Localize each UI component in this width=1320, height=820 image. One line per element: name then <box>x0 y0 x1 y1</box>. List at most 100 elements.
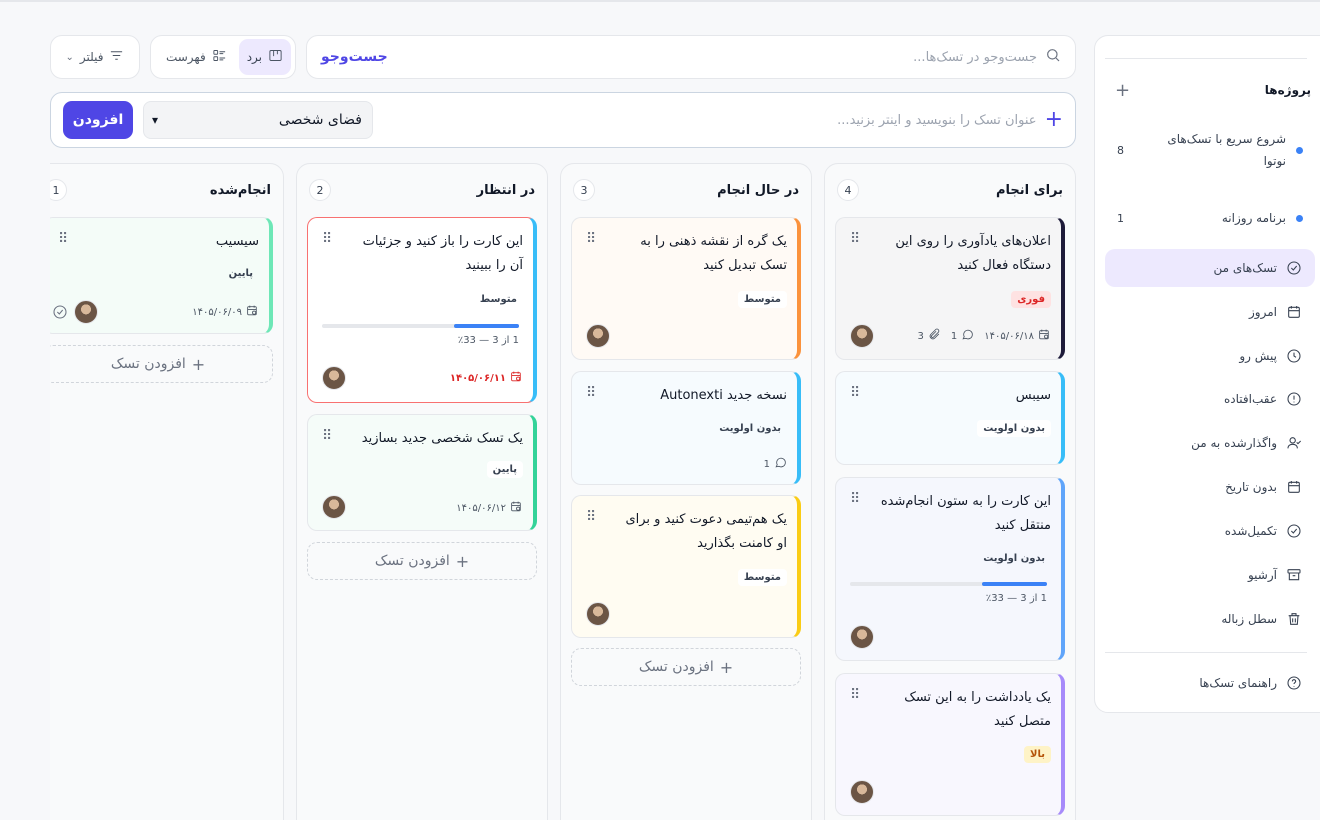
view-board-button[interactable]: برد <box>238 39 291 75</box>
column-header: برای انجام 4 <box>837 178 1063 202</box>
view-list-label: فهرست <box>165 50 206 64</box>
search-bar[interactable]: جست‌وجو در تسک‌ها... جست‌وجو <box>306 35 1076 79</box>
column-title: در انتظار <box>476 182 535 198</box>
archive-icon <box>1285 566 1303 584</box>
check-circle-icon[interactable] <box>52 304 68 324</box>
drag-handle-icon[interactable]: ⠿ <box>850 492 860 506</box>
sidebar-item-upcoming[interactable]: پیش رو <box>1105 344 1315 368</box>
drag-handle-icon[interactable]: ⠿ <box>586 386 596 400</box>
column-title: انجام‌شده <box>209 182 271 198</box>
task-title: یک تسک شخصی جدید بسازید <box>361 431 523 446</box>
comment-count: 1 <box>950 330 958 342</box>
task-card[interactable]: ⠿ سیبس بدون اولویت <box>835 371 1065 465</box>
column-title: در حال انجام <box>717 182 799 198</box>
task-title: این کارت را به ستون انجام‌شده منتقل کنید <box>880 494 1051 533</box>
paperclip-icon <box>928 328 941 344</box>
calendar-clock-icon <box>1038 328 1051 344</box>
sidebar-item-label: تکمیل‌شده <box>1224 524 1277 538</box>
calendar-clock-icon <box>246 304 259 320</box>
add-project-icon[interactable]: + <box>1105 80 1130 101</box>
column-title: برای انجام <box>996 182 1063 198</box>
drag-handle-icon[interactable]: ⠿ <box>322 232 332 246</box>
task-due-date: ۱۴۰۵/۰۶/۰۹ <box>192 306 242 318</box>
search-input[interactable]: جست‌وجو در تسک‌ها... <box>913 50 1037 65</box>
projects-header: پروژه‌ها + <box>1105 78 1315 102</box>
column-header: در انتظار 2 <box>309 178 535 202</box>
sidebar-item-label: تسک‌های من <box>1213 261 1277 275</box>
task-card[interactable]: ⠿ سیسیب پایین ۱۴۰۵/۰۶/۰۹ <box>43 217 273 334</box>
task-meta: ۱۴۰۵/۰۶/۰۹ <box>192 304 259 320</box>
task-meta: 1 <box>764 456 787 472</box>
add-task-button[interactable]: + افزودن تسک <box>571 648 801 686</box>
sidebar-project-onboarding[interactable]: شروع سریع با تسک‌های نوتوا 8 <box>1105 126 1315 174</box>
help-circle-icon <box>1285 674 1303 692</box>
search-button[interactable]: جست‌وجو <box>321 49 388 65</box>
drag-handle-icon[interactable]: ⠿ <box>850 688 860 702</box>
drag-handle-icon[interactable]: ⠿ <box>850 386 860 400</box>
filter-button[interactable]: فیلتر ⌄ <box>50 35 140 79</box>
calendar-clock-icon <box>510 500 523 516</box>
drag-handle-icon[interactable]: ⠿ <box>586 232 596 246</box>
task-title: سیبس <box>1015 388 1051 403</box>
quick-add-bar: + عنوان تسک را بنویسید و اینتر بزنید... … <box>50 92 1076 148</box>
priority-badge: متوسط <box>737 291 787 308</box>
task-card[interactable]: ⠿ نسخه جدید Autonexti بدون اولویت 1 <box>571 371 801 485</box>
progress-text: 1 از 3 — 33٪ <box>985 593 1047 604</box>
task-card[interactable]: ⠿ یک تسک شخصی جدید بسازید پایین ۱۴۰۵/۰۶/… <box>307 414 537 531</box>
sidebar-item-completed[interactable]: تکمیل‌شده <box>1105 519 1315 543</box>
drag-handle-icon[interactable]: ⠿ <box>586 510 596 524</box>
sidebar-item-label: راهنمای تسک‌ها <box>1199 676 1277 690</box>
sidebar-item-today[interactable]: امروز <box>1105 300 1315 324</box>
sidebar-item-no-date[interactable]: بدون تاریخ <box>1105 475 1315 499</box>
drag-handle-icon[interactable]: ⠿ <box>58 232 68 246</box>
progress-bar <box>322 324 519 328</box>
avatar <box>586 602 610 626</box>
view-board-label: برد <box>246 50 262 64</box>
column-count: 4 <box>837 179 859 201</box>
sidebar-item-label: پیش رو <box>1239 349 1277 363</box>
task-card-overdue[interactable]: ⠿ این کارت را باز کنید و جزئیات آن را بب… <box>307 217 537 403</box>
task-card[interactable]: ⠿ اعلان‌های یادآوری را روی این دستگاه فع… <box>835 217 1065 360</box>
view-list-button[interactable]: فهرست <box>158 39 235 75</box>
task-meta: ۱۴۰۵/۰۶/۱۱ <box>450 370 523 386</box>
chevron-down-icon: ▾ <box>152 113 159 127</box>
priority-badge: بدون اولویت <box>983 553 1045 564</box>
sidebar-item-archive[interactable]: آرشیو <box>1105 563 1315 587</box>
sidebar-item-label: امروز <box>1249 305 1277 319</box>
sidebar-item-assigned[interactable]: واگذارشده به من <box>1105 431 1315 455</box>
task-card[interactable]: ⠿ این کارت را به ستون انجام‌شده منتقل کن… <box>835 477 1065 661</box>
task-card[interactable]: ⠿ یک یادداشت را به این تسک متصل کنید بال… <box>835 673 1065 816</box>
calendar-icon <box>1285 478 1303 496</box>
workspace-select[interactable]: فضای شخصی ▾ <box>143 101 373 139</box>
task-card[interactable]: ⠿ یک گره از نقشه ذهنی را به تسک تبدیل کن… <box>571 217 801 360</box>
task-title: اعلان‌های یادآوری را روی این دستگاه فعال… <box>895 234 1051 273</box>
sidebar-item-trash[interactable]: سطل زباله <box>1105 607 1315 631</box>
column-header: در حال انجام 3 <box>573 178 799 202</box>
sidebar-item-label: بدون تاریخ <box>1225 480 1277 494</box>
avatar <box>74 300 98 324</box>
avatar <box>850 324 874 348</box>
project-count: 8 <box>1117 143 1124 157</box>
sidebar-project-daily[interactable]: برنامه روزانه 1 <box>1105 206 1315 230</box>
sidebar-item-help[interactable]: راهنمای تسک‌ها <box>1105 671 1315 695</box>
add-task-button[interactable]: افزودن <box>63 101 133 139</box>
sidebar-item-overdue[interactable]: عقب‌افتاده <box>1105 387 1315 411</box>
workspace-select-value: فضای شخصی <box>278 112 362 128</box>
project-count: 1 <box>1117 211 1124 225</box>
drag-handle-icon[interactable]: ⠿ <box>850 232 860 246</box>
quick-add-input[interactable]: عنوان تسک را بنویسید و اینتر بزنید... <box>837 113 1036 128</box>
task-card[interactable]: ⠿ یک هم‌تیمی دعوت کنید و برای او کامنت ب… <box>571 495 801 638</box>
chevron-down-icon: ⌄ <box>65 51 74 63</box>
column-count: 2 <box>309 179 331 201</box>
sidebar-item-label: آرشیو <box>1247 568 1277 582</box>
plus-icon: + <box>1044 107 1063 132</box>
add-task-button[interactable]: + افزودن تسک <box>43 345 273 383</box>
drag-handle-icon[interactable]: ⠿ <box>322 429 332 443</box>
task-meta: ۱۴۰۵/۰۶/۱۲ <box>456 500 523 516</box>
avatar <box>850 780 874 804</box>
sidebar-item-my-tasks[interactable]: تسک‌های من <box>1105 249 1315 287</box>
filter-label: فیلتر <box>79 50 104 64</box>
plus-icon: + <box>191 354 206 374</box>
add-task-button[interactable]: + افزودن تسک <box>307 542 537 580</box>
column-todo: برای انجام 4 ⠿ اعلان‌های یادآوری را روی … <box>824 163 1076 820</box>
